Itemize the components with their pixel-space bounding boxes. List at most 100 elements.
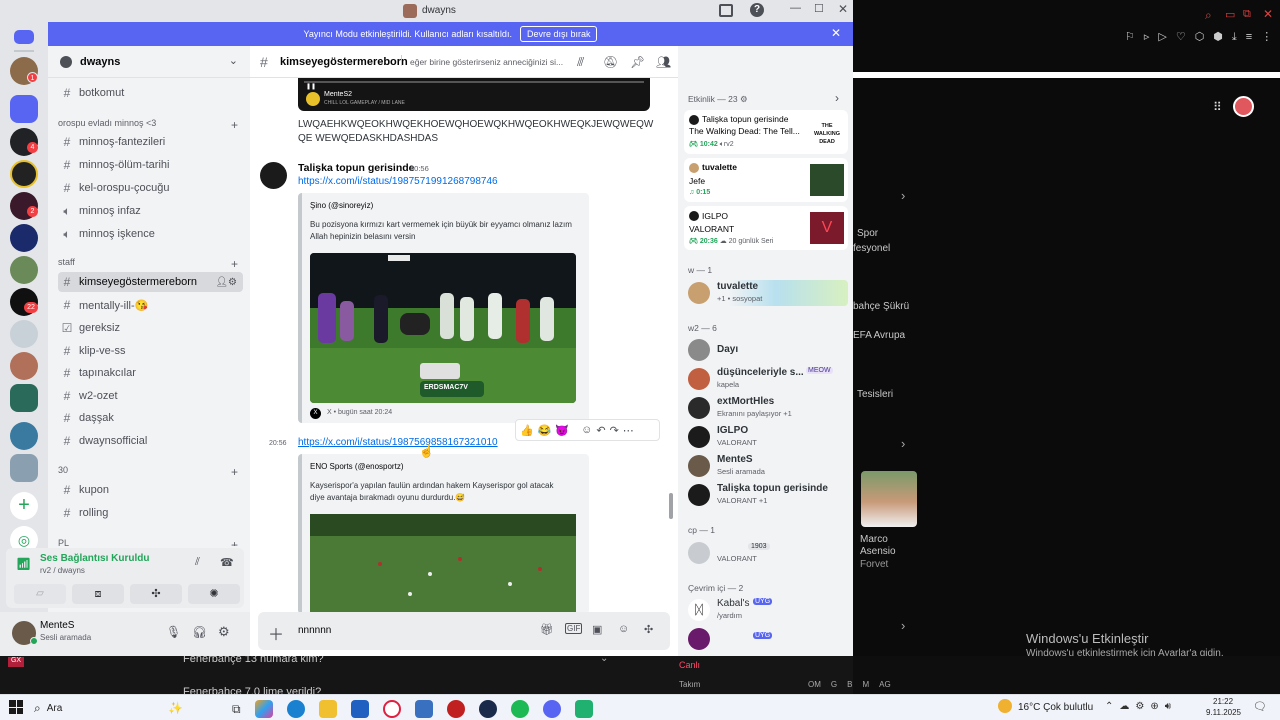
screen-share-button[interactable]: ⧈: [72, 584, 124, 604]
windows-start-icon[interactable]: [9, 700, 23, 714]
channel-item[interactable]: # kupon: [58, 480, 243, 500]
message-author[interactable]: Talişka topun gerisinde: [298, 162, 415, 174]
forward-icon[interactable]: ↷: [610, 424, 619, 437]
server-icon[interactable]: [10, 224, 38, 252]
member-item[interactable]: UYG: [688, 626, 848, 652]
soundboard-button[interactable]: ✺: [188, 584, 240, 604]
inbox-icon[interactable]: [719, 4, 733, 17]
server-icon[interactable]: [10, 384, 38, 412]
taskbar-search[interactable]: ⌕ Ara ✨: [34, 699, 214, 717]
video-embed[interactable]: MenteS2 CHILL LOL GAMEPLAY / MID LANE ❚❚: [298, 78, 650, 111]
minimize-button[interactable]: —: [790, 2, 801, 14]
activity-card[interactable]: tuvalette Jefe ♫ 0:15: [684, 158, 848, 202]
activities-button[interactable]: ✣: [130, 584, 182, 604]
camera-button[interactable]: ▱: [14, 584, 66, 604]
channel-item[interactable]: # daşşak: [58, 408, 243, 428]
member-item[interactable]: MenteS Sesli aramada: [688, 453, 848, 479]
disable-streamer-mode-button[interactable]: Devre dışı bırak: [519, 26, 598, 42]
help-icon[interactable]: ?: [750, 3, 764, 17]
user-name[interactable]: MenteS: [40, 620, 74, 631]
server-icon[interactable]: [10, 256, 38, 284]
avatar[interactable]: [260, 162, 287, 189]
mail-icon[interactable]: [414, 700, 433, 718]
member-item[interactable]: Dayı: [688, 337, 848, 363]
server-icon[interactable]: [10, 454, 38, 482]
message-input[interactable]: nnnnnn: [298, 625, 331, 636]
copilot-icon[interactable]: [254, 700, 273, 718]
voice-channel-name[interactable]: rv2 / dwayns: [40, 566, 85, 575]
spotify-icon[interactable]: [510, 700, 529, 718]
channel-item[interactable]: # mentally-ill-😘: [58, 295, 243, 315]
more-options-icon[interactable]: ⋯: [623, 424, 634, 437]
member-item[interactable]: tuvalette +1 • sosyopat: [688, 280, 848, 306]
category-header[interactable]: orospu evladı minnoş <3 +: [58, 118, 238, 132]
server-icon[interactable]: [10, 422, 38, 450]
live-label[interactable]: Canlı: [679, 660, 700, 670]
discord-icon[interactable]: [542, 700, 561, 718]
channel-item[interactable]: # dwaynsofficial: [58, 431, 243, 451]
member-item[interactable]: ᛞ Kabal's UYG /yardım: [688, 597, 848, 623]
voice-status[interactable]: Ses Bağlantısı Kuruldu: [40, 553, 149, 564]
channel-item[interactable]: # tapınakcılar: [58, 363, 243, 383]
channel-item[interactable]: # w2-ozet: [58, 386, 243, 406]
channel-item[interactable]: # rolling: [58, 503, 243, 523]
microphone-icon[interactable]: 🎙︎: [166, 625, 181, 639]
reply-icon[interactable]: ↶: [596, 424, 605, 437]
discord-home-icon[interactable]: [14, 30, 34, 44]
player-photo[interactable]: [861, 471, 917, 527]
member-item[interactable]: extMortHles Ekranını paylaşıyor +1: [688, 395, 848, 421]
message-link[interactable]: https://x.com/i/status/19875698581673210…: [298, 437, 498, 448]
app-icon[interactable]: [574, 700, 593, 718]
emoji-icon[interactable]: ☺: [618, 623, 629, 635]
player-name[interactable]: Marco Asensio: [860, 534, 920, 558]
threads-icon[interactable]: ⫻: [577, 55, 584, 70]
close-button[interactable]: ✕: [838, 2, 848, 16]
pin-icon[interactable]: 📌︎: [630, 55, 645, 69]
activity-card[interactable]: IGLPO VALORANT 🎮︎ 20:36 ☁ 20 günlük Seri…: [684, 206, 848, 250]
embed-image[interactable]: [310, 514, 576, 614]
add-channel-icon[interactable]: +: [231, 257, 238, 271]
channel-item[interactable]: ☑ gereksiz: [58, 318, 243, 338]
channel-item-selected[interactable]: # kimseyegöstermereborn 👤︎⚙: [58, 272, 243, 292]
add-channel-icon[interactable]: +: [231, 118, 238, 132]
category-header[interactable]: staff +: [58, 257, 238, 271]
settings-gear-icon[interactable]: 👤︎⚙: [215, 277, 237, 288]
task-view-icon[interactable]: ⧉: [232, 702, 241, 717]
reaction-laugh[interactable]: 😂: [538, 424, 552, 437]
add-reaction-icon[interactable]: ☺: [581, 424, 592, 436]
steam-icon[interactable]: [478, 700, 497, 718]
embed-image[interactable]: ERDSMAC7V: [310, 253, 576, 403]
opera-gx-icon[interactable]: [382, 700, 401, 718]
edge-icon[interactable]: [286, 700, 305, 718]
add-server-button[interactable]: +: [10, 492, 38, 520]
add-attachment-icon[interactable]: ＋: [268, 621, 284, 645]
member-item[interactable]: 1903 VALORANT: [688, 540, 848, 566]
apps-icon[interactable]: ✣: [644, 623, 653, 636]
noise-suppression-icon[interactable]: ⫽: [195, 556, 200, 569]
store-icon[interactable]: [350, 700, 369, 718]
disconnect-icon[interactable]: ☎︎: [220, 556, 234, 569]
settings-gear-icon[interactable]: ⚙: [218, 624, 230, 640]
reaction-devil[interactable]: 😈: [555, 424, 569, 437]
faq-question[interactable]: Fenerbahçe 7.0 lime verildi?: [183, 686, 321, 694]
category-header[interactable]: 30 +: [58, 465, 238, 479]
embed-author[interactable]: Şino (@sinoreyiz): [310, 201, 373, 210]
server-icon[interactable]: [10, 95, 38, 123]
channel-item[interactable]: # minnoş-ölüm-tarihi: [58, 155, 243, 175]
voice-channel[interactable]: 🔈︎ minnoş işkence: [58, 224, 243, 244]
add-channel-icon[interactable]: +: [231, 538, 238, 546]
server-icon[interactable]: [10, 160, 38, 188]
file-explorer-icon[interactable]: [318, 700, 337, 718]
gift-icon[interactable]: 🎁︎: [540, 623, 554, 636]
system-tray-icons[interactable]: ⌃☁⚙⊕🔊︎: [1105, 701, 1177, 712]
reaction-thumbs-up[interactable]: 👍: [520, 424, 534, 437]
app-icon[interactable]: [446, 700, 465, 718]
add-channel-icon[interactable]: +: [231, 465, 238, 479]
voice-channel[interactable]: 🔈︎ minnoş infaz: [58, 201, 243, 221]
category-header[interactable]: PL +: [58, 538, 238, 546]
member-list-icon[interactable]: 👥︎: [656, 55, 671, 69]
gif-icon[interactable]: GIF: [565, 623, 583, 634]
sticker-icon[interactable]: ▣: [592, 623, 602, 636]
embed-author[interactable]: ENO Sports (@enosportz): [310, 462, 403, 471]
chevron-right-icon[interactable]: ›: [835, 91, 839, 105]
